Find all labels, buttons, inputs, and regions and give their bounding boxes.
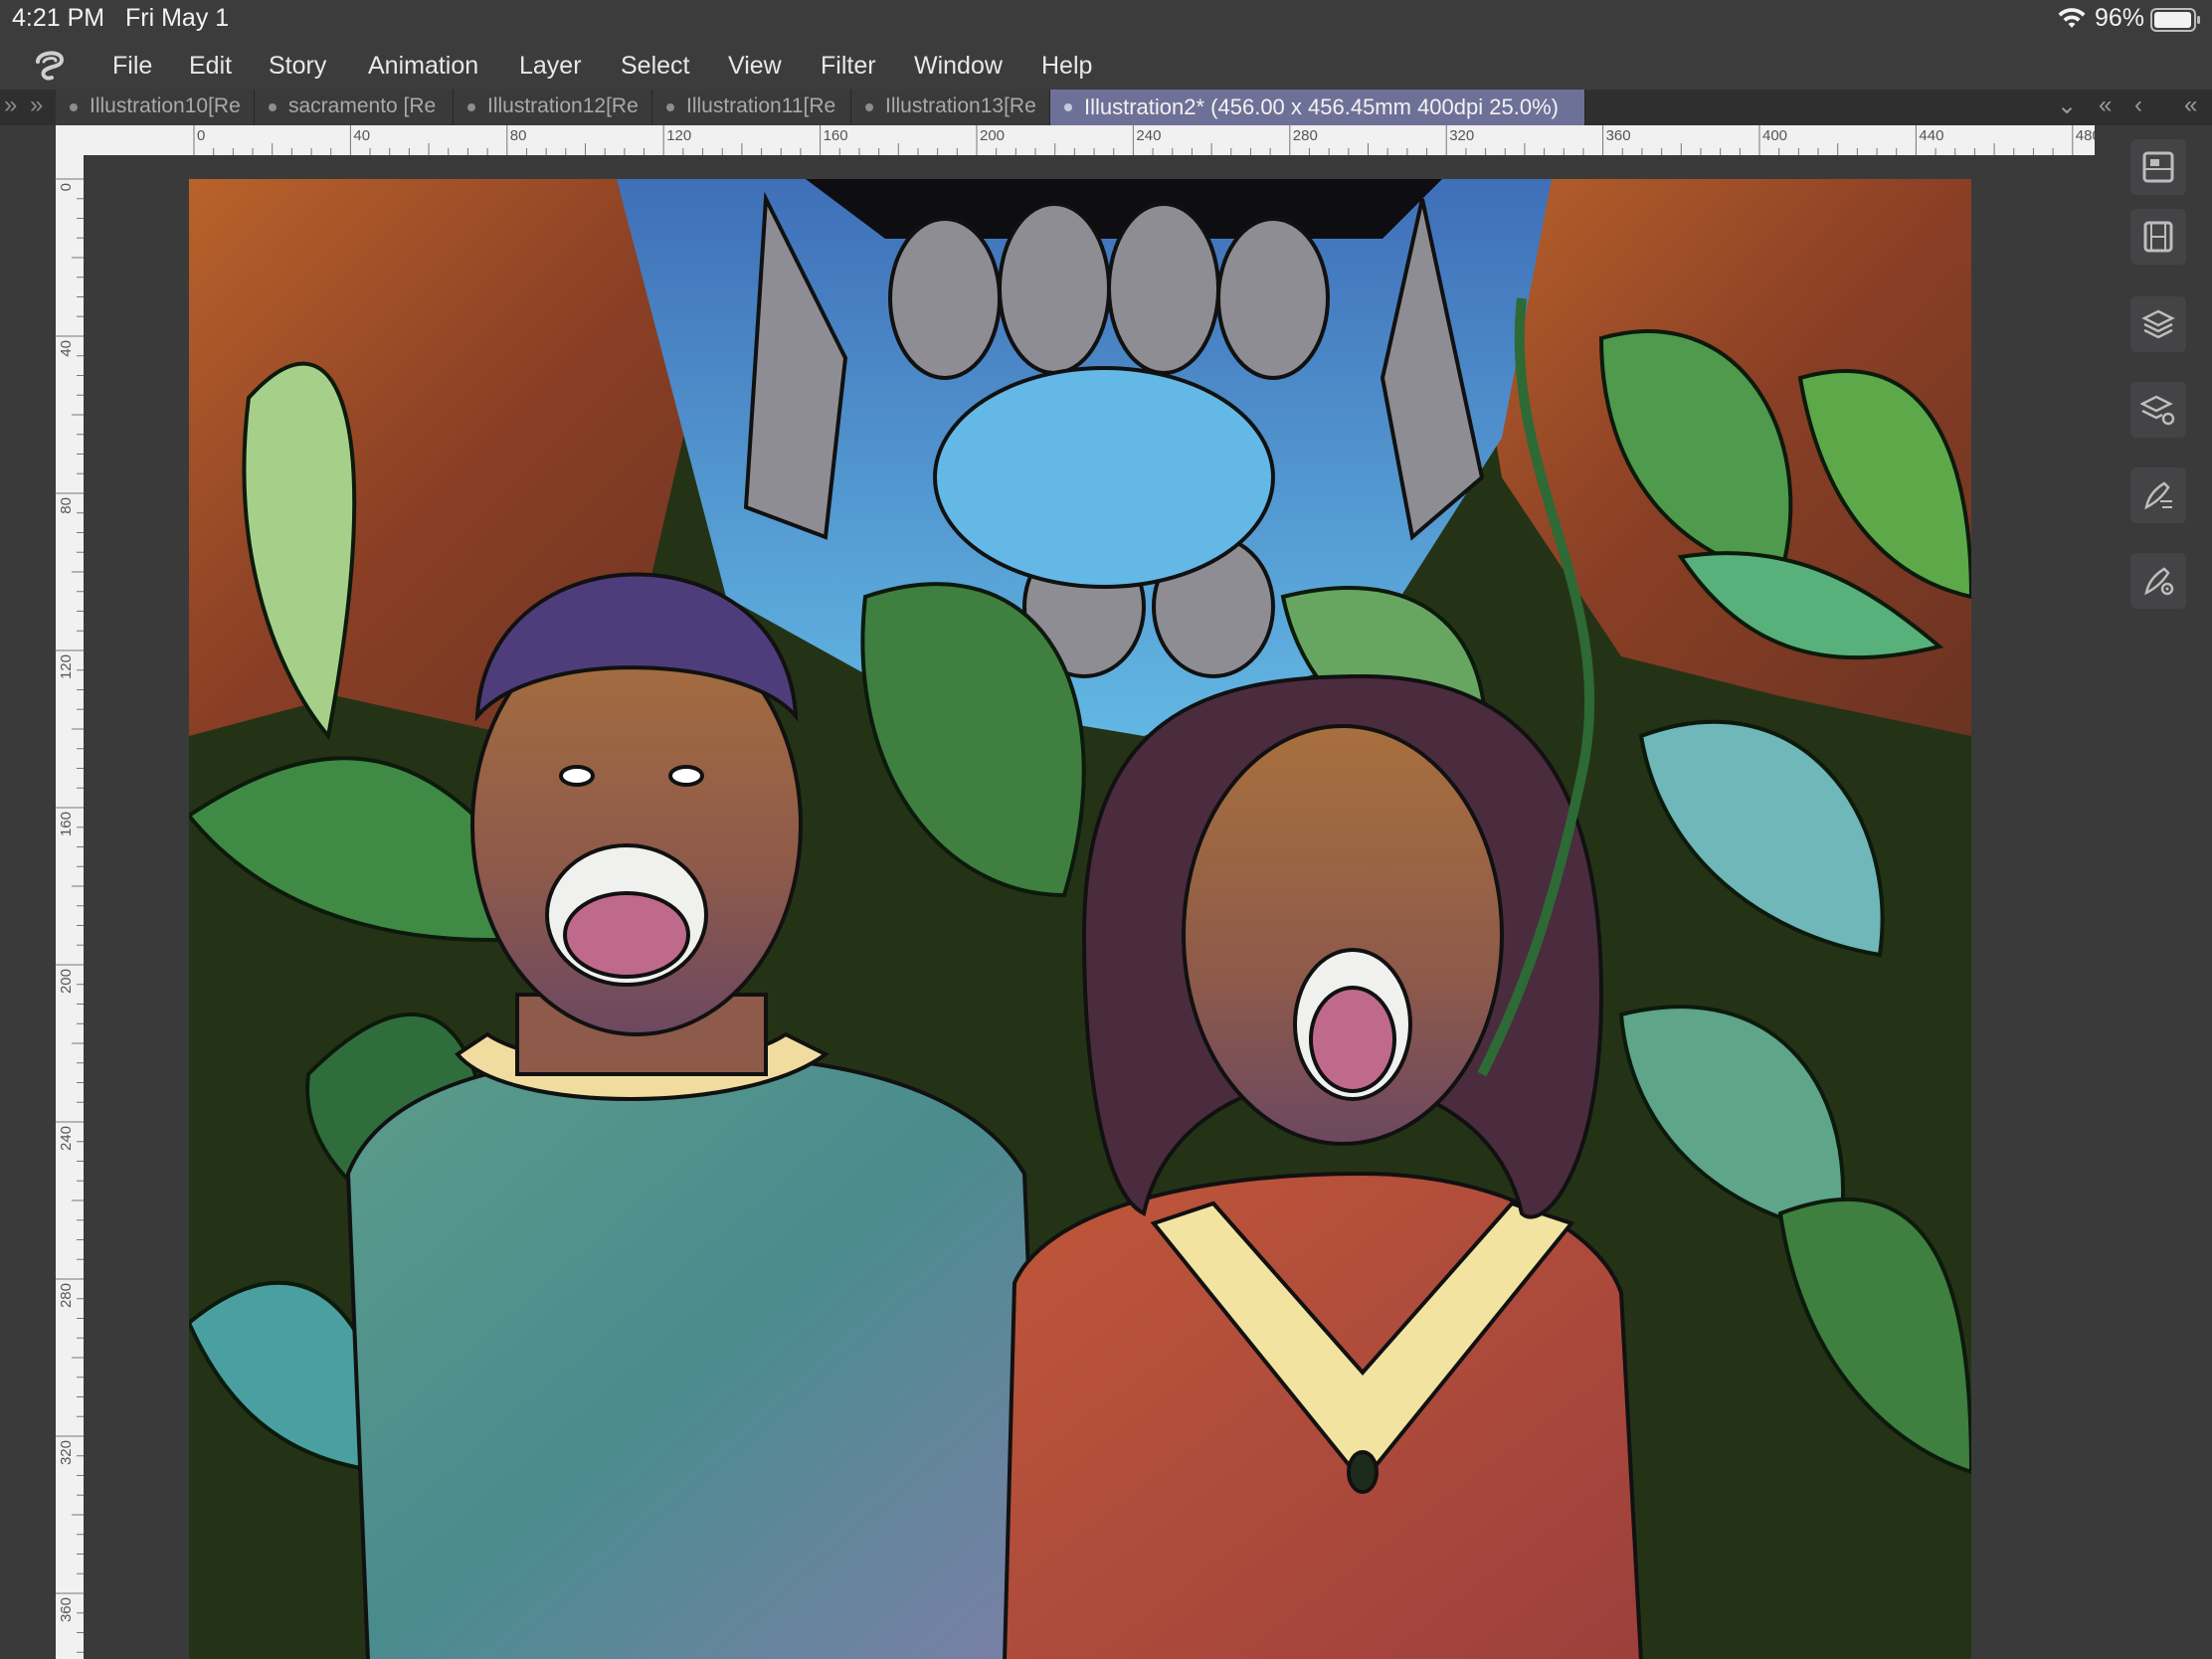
- ruler-corner: [56, 125, 84, 155]
- tab-label: Illustration12[Re: [487, 94, 639, 117]
- tab-illustration10[interactable]: Illustration10[Re: [56, 90, 255, 125]
- battery-icon: [2150, 8, 2200, 32]
- collapse-right-panel-icon[interactable]: «: [2184, 92, 2197, 119]
- wifi-icon: [2058, 8, 2086, 28]
- collapse-left-panel-2-icon[interactable]: »: [30, 92, 43, 119]
- collapse-left-panel-icon[interactable]: »: [4, 92, 17, 119]
- canvas-area[interactable]: [84, 155, 2095, 1659]
- art-monster-tongue: [933, 366, 1275, 589]
- menu-bar: File Edit Story Animation Layer Select V…: [0, 40, 2212, 90]
- tab-dot: [865, 103, 873, 111]
- h-ruler-label: 240: [1136, 127, 1162, 144]
- sub-tool-detail-icon: [2144, 567, 2174, 596]
- menu-help[interactable]: Help: [1041, 52, 1092, 81]
- h-ruler-label: 320: [1449, 127, 1475, 144]
- h-ruler-label: 80: [509, 127, 527, 144]
- v-ruler-label: 120: [58, 654, 75, 680]
- status-bar: 4:21 PM Fri May 1 96%: [0, 0, 2212, 40]
- menu-edit[interactable]: Edit: [189, 52, 232, 81]
- horizontal-ruler[interactable]: 0 40 80 120 160 200 240 280 320 360 400 440 480: [84, 125, 2095, 155]
- menu-select[interactable]: Select: [621, 52, 689, 81]
- tab-dot: [269, 103, 276, 111]
- tool-property-button[interactable]: [2130, 467, 2186, 523]
- layers-icon: [2141, 309, 2175, 339]
- animation-timeline-icon: [2143, 221, 2173, 253]
- status-time: 4:21 PM: [12, 4, 105, 32]
- h-ruler-label: 40: [353, 127, 371, 144]
- tab-sacramento[interactable]: sacramento [Re: [255, 90, 454, 125]
- left-panel-strip: [0, 125, 56, 1659]
- clip-studio-logo-icon[interactable]: [32, 48, 68, 84]
- menu-layer[interactable]: Layer: [519, 52, 582, 81]
- menu-file[interactable]: File: [112, 52, 152, 81]
- menu-story[interactable]: Story: [269, 52, 326, 81]
- tab-dot: [666, 103, 674, 111]
- v-ruler-label: 240: [58, 1126, 75, 1152]
- h-ruler-label: 0: [197, 127, 206, 144]
- h-ruler-label: 280: [1292, 127, 1318, 144]
- tab-label: Illustration13[Re: [885, 94, 1036, 117]
- tool-property-icon: [2144, 481, 2172, 510]
- animation-timeline-button[interactable]: [2130, 209, 2186, 265]
- navigator-button[interactable]: [2130, 139, 2186, 195]
- tab-dot: [467, 103, 475, 111]
- menu-filter[interactable]: Filter: [821, 52, 876, 81]
- tab-illustration11[interactable]: Illustration11[Re: [652, 90, 851, 125]
- v-ruler-label: 280: [58, 1283, 75, 1309]
- v-ruler-label: 80: [58, 497, 75, 514]
- h-ruler-label: 200: [980, 127, 1006, 144]
- v-ruler-label: 160: [58, 812, 75, 837]
- v-ruler-label: 40: [58, 340, 75, 357]
- v-ruler-label: 320: [58, 1440, 75, 1466]
- battery-percentage: 96%: [2095, 4, 2145, 32]
- v-ruler-label: 0: [58, 183, 75, 192]
- layer-property-button[interactable]: [2130, 382, 2186, 438]
- tab-list-chevron-down-icon[interactable]: ⌄: [2057, 92, 2077, 120]
- tab-label: sacramento [Re: [288, 94, 437, 117]
- tab-illustration13[interactable]: Illustration13[Re: [851, 90, 1050, 125]
- layer-property-icon: [2140, 395, 2175, 426]
- horizontal-ruler-ticks: [193, 125, 2074, 155]
- scroll-tabs-left-double-icon[interactable]: «: [2099, 92, 2112, 119]
- h-ruler-label: 440: [1919, 127, 1944, 144]
- tab-illustration2-active[interactable]: Illustration2* (456.00 x 456.45mm 400dpi…: [1050, 90, 1585, 125]
- h-ruler-label: 360: [1605, 127, 1631, 144]
- v-ruler-label: 200: [58, 969, 75, 995]
- vertical-ruler[interactable]: 0 40 80 120 160 200 240 280 320 360: [56, 155, 84, 1659]
- document-tab-bar: » » Illustration10[Re sacramento [Re Ill…: [0, 90, 2212, 125]
- tab-dot: [1064, 103, 1072, 111]
- h-ruler-label: 160: [823, 127, 848, 144]
- tab-dot: [70, 103, 78, 111]
- layers-button[interactable]: [2130, 296, 2186, 352]
- h-ruler-label: 120: [666, 127, 692, 144]
- tab-illustration12[interactable]: Illustration12[Re: [454, 90, 652, 125]
- artwork-illustration[interactable]: [189, 179, 1971, 1659]
- tab-label: Illustration11[Re: [686, 94, 836, 117]
- menu-animation[interactable]: Animation: [368, 52, 478, 81]
- status-date: Fri May 1: [125, 4, 230, 32]
- right-palette-dock: [2095, 125, 2212, 1659]
- vertical-ruler-ticks: [56, 178, 84, 1653]
- menu-window[interactable]: Window: [914, 52, 1003, 81]
- menu-view[interactable]: View: [728, 52, 782, 81]
- navigator-icon: [2142, 151, 2174, 183]
- sub-tool-detail-button[interactable]: [2130, 553, 2186, 609]
- tab-label: Illustration10[Re: [90, 94, 241, 117]
- h-ruler-label: 400: [1762, 127, 1788, 144]
- tab-label: Illustration2* (456.00 x 456.45mm 400dpi…: [1084, 94, 1559, 119]
- scroll-tabs-left-icon[interactable]: ‹: [2134, 92, 2142, 119]
- v-ruler-label: 360: [58, 1597, 75, 1623]
- h-ruler-label: 480: [2075, 127, 2095, 144]
